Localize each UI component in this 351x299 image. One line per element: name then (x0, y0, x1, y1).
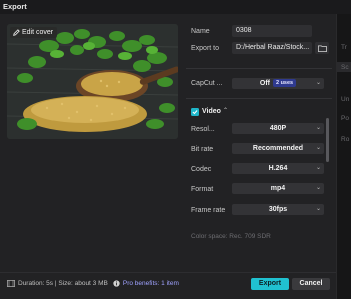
right-panel-label: Ro (341, 136, 350, 143)
chevron-down-icon: ⌄ (315, 165, 321, 171)
title-bar: Export (0, 0, 351, 14)
right-panel-label[interactable]: Sc (341, 64, 349, 71)
bit-rate-label: Bit rate (191, 146, 214, 153)
edit-cover-label: Edit cover (22, 29, 54, 36)
chevron-up-icon[interactable]: ⌃ (223, 107, 228, 114)
edit-cover-button[interactable]: Edit cover (10, 27, 58, 38)
codec-select[interactable]: H.264 ⌄ (232, 163, 324, 174)
name-input[interactable] (232, 25, 312, 37)
divider (186, 68, 332, 69)
info-icon[interactable] (113, 280, 120, 287)
frame-rate-label: Frame rate (191, 207, 226, 214)
capcut-select[interactable]: Off 2 uses ⌄ (232, 78, 324, 89)
right-panel-label: Tr (341, 44, 347, 51)
frame-rate-select[interactable]: 30fps ⌄ (232, 204, 324, 215)
cover-thumbnail[interactable] (7, 24, 178, 139)
right-panel-label: Po (341, 115, 349, 122)
settings-scrollbar[interactable] (326, 118, 329, 162)
uses-badge: 2 uses (272, 79, 297, 87)
folder-button[interactable] (315, 42, 329, 54)
chevron-down-icon: ⌄ (315, 125, 321, 131)
codec-label: Codec (191, 166, 212, 173)
resolution-label: Resol... (191, 126, 215, 133)
footer-info: Duration: 5s | Size: about 3 MB Pro bene… (7, 280, 179, 287)
footer-bar: Duration: 5s | Size: about 3 MB Pro bene… (0, 272, 336, 299)
pencil-icon (13, 29, 20, 36)
chevron-down-icon: ⌄ (315, 145, 321, 151)
export-to-label: Export to (191, 45, 220, 52)
duration-size-text: Duration: 5s | Size: about 3 MB (18, 280, 108, 287)
format-select[interactable]: mp4 ⌄ (232, 183, 324, 194)
capcut-value: Off (259, 80, 270, 87)
name-label: Name (191, 28, 210, 35)
resolution-select[interactable]: 480P ⌄ (232, 123, 324, 134)
capcut-label: CapCut ... (191, 80, 223, 87)
cancel-button[interactable]: Cancel (292, 278, 330, 290)
right-panel: Tr Sc Un Po Ro (336, 14, 351, 299)
format-value: mp4 (270, 185, 286, 192)
bit-rate-select[interactable]: Recommended ⌄ (232, 143, 324, 154)
pro-benefits-link[interactable]: Pro benefits: 1 item (123, 280, 179, 287)
window-title: Export (3, 2, 27, 11)
chevron-down-icon: ⌄ (315, 80, 321, 86)
checkbox-check-icon (192, 110, 198, 115)
video-checkbox[interactable] (191, 108, 199, 116)
format-label: Format (191, 186, 214, 193)
resolution-value: 480P (269, 125, 287, 132)
video-section-title[interactable]: Video (202, 108, 221, 115)
export-button[interactable]: Export (251, 278, 289, 290)
chevron-down-icon: ⌄ (315, 206, 321, 212)
frame-rate-value: 30fps (268, 206, 288, 213)
cover-image (7, 24, 178, 139)
film-icon (7, 280, 15, 287)
right-panel-label: Un (341, 96, 350, 103)
chevron-down-icon: ⌄ (315, 185, 321, 191)
export-path-field[interactable]: D:/Herbal Raaz/Stock... (232, 42, 312, 54)
divider (186, 98, 332, 99)
folder-icon (317, 45, 327, 52)
codec-value: H.264 (268, 165, 288, 172)
color-space-text: Color space: Rec. 709 SDR (191, 233, 271, 240)
bit-rate-value: Recommended (252, 145, 304, 152)
